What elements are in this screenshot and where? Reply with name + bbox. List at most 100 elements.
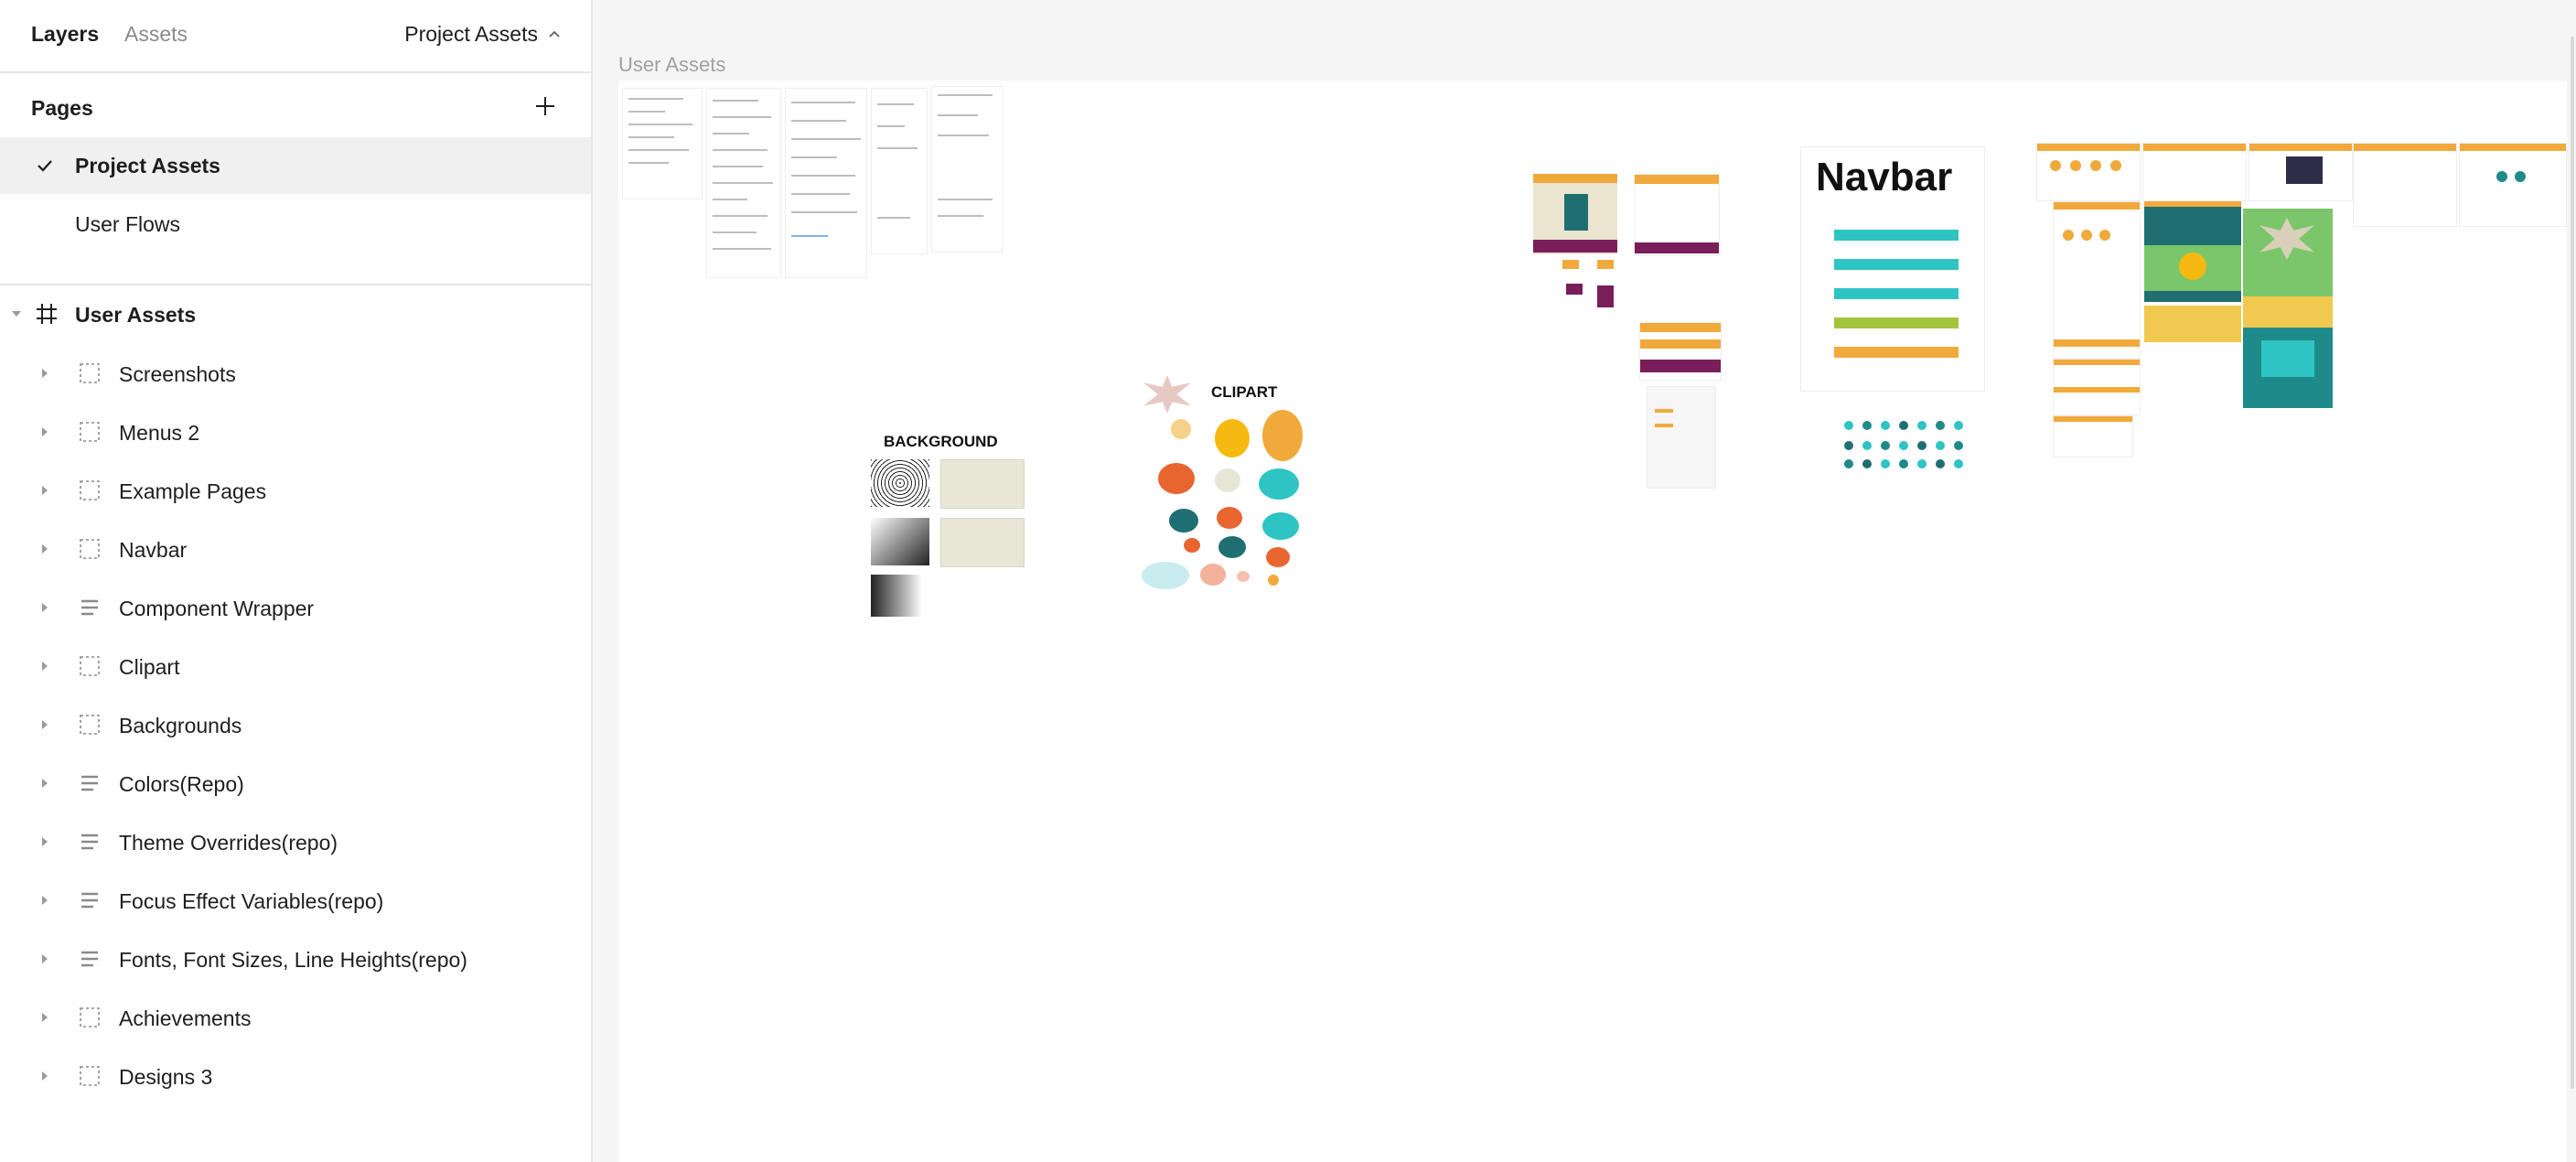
layer-label: User Assets: [75, 303, 197, 327]
button-thumbnail[interactable]: [1597, 260, 1614, 269]
example-page-thumbnail[interactable]: [1634, 174, 1720, 256]
clipart-blob[interactable]: [1262, 512, 1299, 540]
caret-right-icon[interactable]: [40, 778, 49, 789]
screenshot-doc[interactable]: [706, 88, 781, 278]
burst-background[interactable]: [940, 518, 1025, 567]
design-thumbnail[interactable]: [2053, 359, 2141, 415]
design-thumbnail[interactable]: [2243, 328, 2333, 408]
gradient-halftone-background[interactable]: [871, 518, 929, 565]
menu-thumbnail[interactable]: [1639, 322, 1722, 381]
clipart-blob[interactable]: [1266, 547, 1290, 567]
layer-frame-user-assets[interactable]: User Assets: [0, 287, 591, 342]
caret-right-icon[interactable]: [40, 426, 49, 437]
page-item-user-flows[interactable]: User Flows: [0, 196, 591, 253]
caret-right-icon[interactable]: [40, 895, 49, 906]
gradient-halftone-background[interactable]: [871, 575, 922, 617]
screenshot-doc[interactable]: [871, 88, 928, 254]
clipart-blob[interactable]: [1158, 463, 1195, 494]
design-thumbnail[interactable]: [2053, 415, 2133, 457]
clipart-blob[interactable]: [1259, 468, 1299, 500]
frame-title[interactable]: User Assets: [618, 53, 725, 77]
button-thumbnail[interactable]: [1566, 284, 1583, 295]
clipart-blob[interactable]: [1262, 410, 1303, 461]
design-thumbnail[interactable]: [2249, 143, 2353, 201]
divider: [0, 284, 591, 285]
layer-item-example-pages[interactable]: Example Pages: [0, 461, 591, 520]
design-thumbnail[interactable]: [2144, 306, 2241, 342]
caret-right-icon[interactable]: [40, 543, 49, 554]
page-item-label: Project Assets: [75, 154, 220, 178]
layer-item-fonts[interactable]: Fonts, Font Sizes, Line Heights(repo): [0, 930, 591, 988]
design-thumbnail[interactable]: [2243, 209, 2333, 296]
clipart-blob[interactable]: [1237, 571, 1250, 582]
section-icon: [80, 1007, 100, 1028]
autolayout-icon: [81, 834, 98, 850]
achievement-badges[interactable]: [1844, 421, 1969, 476]
clipart-blob[interactable]: [1169, 509, 1198, 533]
layer-item-menus-2[interactable]: Menus 2: [0, 403, 591, 461]
add-page-icon[interactable]: [532, 93, 558, 119]
menu-dropdown-thumbnail[interactable]: [1647, 386, 1716, 489]
caret-down-icon[interactable]: [11, 309, 22, 318]
clipart-blob[interactable]: [1215, 419, 1250, 457]
design-thumbnail[interactable]: [2353, 143, 2457, 227]
button-thumbnail[interactable]: [1597, 285, 1614, 307]
clipart-blob[interactable]: [1184, 538, 1200, 553]
screenshot-doc[interactable]: [785, 88, 867, 278]
tab-layers[interactable]: Layers: [31, 22, 99, 47]
section-icon: [80, 363, 100, 383]
navbar-title: Navbar: [1816, 155, 1953, 199]
burst-background[interactable]: [940, 459, 1025, 509]
example-page-thumbnail[interactable]: [1533, 174, 1617, 254]
screenshot-doc[interactable]: [931, 86, 1003, 253]
design-thumbnail[interactable]: [2053, 201, 2141, 359]
caret-right-icon[interactable]: [40, 368, 49, 379]
layer-item-backgrounds[interactable]: Backgrounds: [0, 695, 591, 754]
caret-right-icon[interactable]: [40, 602, 49, 613]
layer-item-achievements[interactable]: Achievements: [0, 988, 591, 1047]
page-switcher[interactable]: Project Assets: [404, 22, 562, 47]
clipart-blob[interactable]: [1215, 468, 1240, 492]
section-icon: [80, 480, 100, 500]
layer-item-designs-3[interactable]: Designs 3: [0, 1047, 591, 1105]
clipart-blob[interactable]: [1142, 562, 1189, 589]
clipart-blob[interactable]: [1268, 575, 1279, 586]
section-icon: [80, 715, 100, 735]
caret-right-icon[interactable]: [40, 1012, 49, 1023]
design-thumbnail[interactable]: [2144, 201, 2241, 302]
caret-right-icon[interactable]: [40, 719, 49, 730]
caret-right-icon[interactable]: [40, 661, 49, 672]
layer-item-focus-effect-variables[interactable]: Focus Effect Variables(repo): [0, 871, 591, 930]
layer-item-colors-repo[interactable]: Colors(Repo): [0, 754, 591, 812]
layer-item-screenshots[interactable]: Screenshots: [0, 344, 591, 403]
screenshot-doc[interactable]: [622, 88, 703, 199]
design-thumbnail[interactable]: [2036, 143, 2141, 201]
clipart-blob[interactable]: [1218, 536, 1246, 558]
layer-item-navbar[interactable]: Navbar: [0, 520, 591, 578]
page-item-project-assets[interactable]: Project Assets: [0, 137, 591, 194]
design-thumbnail[interactable]: [2459, 143, 2567, 227]
layer-item-component-wrapper[interactable]: Component Wrapper: [0, 578, 591, 637]
layer-label: Screenshots: [119, 362, 236, 386]
vertical-scrollbar[interactable]: [2571, 37, 2574, 1089]
clipart-blob[interactable]: [1217, 507, 1242, 529]
starburst-clipart[interactable]: [1143, 375, 1191, 414]
chevron-up-icon: [549, 30, 560, 38]
layer-label: Clipart: [119, 655, 180, 679]
clipart-blob[interactable]: [1171, 419, 1191, 439]
button-thumbnail[interactable]: [1562, 260, 1579, 269]
clipart-blob[interactable]: [1200, 564, 1226, 586]
caret-right-icon[interactable]: [40, 953, 49, 964]
halftone-background[interactable]: [871, 459, 929, 507]
user-assets-frame[interactable]: BACKGROUND CLIPART Navbar: [618, 81, 2567, 1162]
tab-assets[interactable]: Assets: [124, 22, 188, 47]
caret-right-icon[interactable]: [40, 1071, 49, 1081]
layer-item-clipart[interactable]: Clipart: [0, 637, 591, 695]
section-icon: [80, 1066, 100, 1086]
navbar-section[interactable]: Navbar: [1800, 146, 1985, 392]
caret-right-icon[interactable]: [40, 836, 49, 847]
caret-right-icon[interactable]: [40, 485, 49, 496]
design-canvas[interactable]: User Assets BACKGROUND CLIPART Navbar: [593, 0, 2576, 1162]
layer-item-theme-overrides[interactable]: Theme Overrides(repo): [0, 812, 591, 871]
design-thumbnail[interactable]: [2142, 143, 2247, 201]
